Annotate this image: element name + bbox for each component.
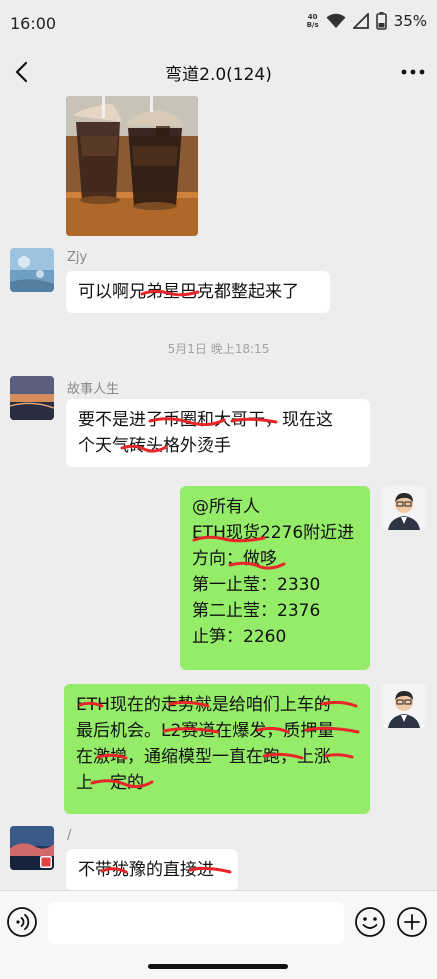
message-line: 要不是进了币圈和大哥干，现在这 bbox=[78, 410, 333, 430]
message-bubble[interactable]: 要不是进了币圈和大哥干，现在这 个天气砖头格外烫手 bbox=[66, 399, 370, 467]
message-line: 不带犹豫的直接进 bbox=[78, 860, 214, 880]
avatar-image bbox=[382, 486, 426, 530]
sender-name: 故事人生 bbox=[67, 382, 120, 397]
voice-button[interactable] bbox=[6, 906, 38, 938]
message-bubble[interactable]: 不带犹豫的直接进 bbox=[66, 849, 238, 890]
message-line: 可以啊兄弟星巴克都整起来了 bbox=[78, 282, 299, 302]
message-line: @所有人 bbox=[192, 497, 260, 517]
network-speed: 40 B/s bbox=[307, 13, 319, 29]
more-dots-icon bbox=[401, 69, 425, 75]
status-right: 40 B/s 35% bbox=[307, 12, 427, 30]
message-input[interactable] bbox=[48, 902, 344, 944]
voice-icon bbox=[7, 907, 37, 937]
wifi-icon bbox=[326, 13, 346, 28]
avatar-image bbox=[10, 376, 54, 420]
status-time: 16:00 bbox=[10, 14, 57, 33]
message-line: 止笋：2260 bbox=[192, 627, 287, 647]
nav-bar: 弯道2.0(124) bbox=[0, 48, 437, 96]
message-line: ETH现货2276附近进 bbox=[192, 523, 355, 543]
message-line: 上一定的 bbox=[76, 773, 144, 793]
network-speed-value: 40 bbox=[307, 13, 318, 21]
message-bubble[interactable]: @所有人 ETH现货2276附近进 方向：做哆 第一止莹：2330 第二止莹：2… bbox=[180, 486, 370, 670]
message-bubble[interactable]: ETH现在的走势就是给咱们上车的 最后机会。L2赛道在爆发，质押量 在激增，通缩… bbox=[64, 684, 370, 814]
chat-area[interactable]: Zjy 可以啊兄弟星巴克都整起来了 5月1日 晚上18:15 故事人生 要不是进… bbox=[0, 96, 437, 890]
message-timestamp: 5月1日 晚上18:15 bbox=[167, 342, 270, 356]
home-indicator bbox=[148, 964, 288, 969]
more-functions-button[interactable] bbox=[396, 906, 428, 938]
chat-title: 弯道2.0(124) bbox=[165, 65, 272, 85]
battery-icon bbox=[375, 12, 387, 30]
avatar-slash[interactable] bbox=[10, 826, 54, 870]
avatar-self[interactable] bbox=[382, 684, 426, 728]
message-line: 方向：做哆 bbox=[192, 549, 277, 569]
message-bubble[interactable]: 可以啊兄弟星巴克都整起来了 bbox=[66, 271, 330, 313]
cellular-signal-icon bbox=[352, 13, 369, 29]
avatar-image bbox=[382, 684, 426, 728]
avatar-image bbox=[10, 826, 54, 870]
message-line: ETH现在的走势就是给咱们上车的 bbox=[76, 695, 331, 715]
more-button[interactable] bbox=[397, 56, 429, 88]
message-line: 个天气砖头格外烫手 bbox=[78, 436, 231, 456]
plus-icon bbox=[397, 907, 427, 937]
message-line: 第一止莹：2330 bbox=[192, 575, 321, 595]
message-line: 第二止莹：2376 bbox=[192, 601, 321, 621]
battery-percent: 35% bbox=[393, 12, 427, 30]
message-line: 在激增，通缩模型一直在跑，上涨 bbox=[76, 747, 331, 767]
emoji-icon bbox=[355, 907, 385, 937]
sender-name: Zjy bbox=[67, 250, 88, 265]
image-message[interactable] bbox=[66, 96, 198, 236]
emoji-button[interactable] bbox=[354, 906, 386, 938]
avatar-image bbox=[10, 248, 54, 292]
avatar-zjy[interactable] bbox=[10, 248, 54, 292]
avatar-story-life[interactable] bbox=[10, 376, 54, 420]
message-line: 最后机会。L2赛道在爆发，质押量 bbox=[76, 721, 335, 741]
avatar-self[interactable] bbox=[382, 486, 426, 530]
network-speed-unit: B/s bbox=[306, 21, 319, 29]
status-bar: 16:00 40 B/s 35% bbox=[0, 0, 437, 48]
sender-name: / bbox=[67, 828, 72, 843]
coffee-photo bbox=[66, 96, 198, 236]
